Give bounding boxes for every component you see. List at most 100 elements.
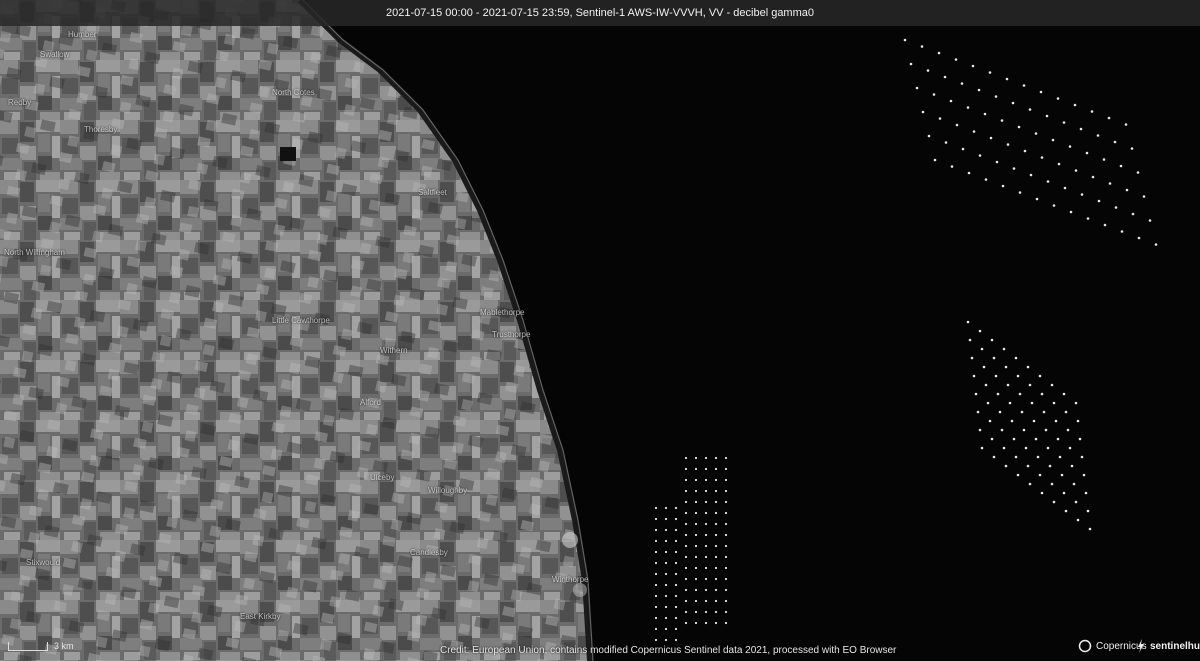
wind-turbine-dot — [1045, 114, 1049, 118]
wind-turbine-dot — [1038, 473, 1042, 477]
wind-turbine-dot — [1038, 374, 1042, 378]
attribution-credit: Credit: European Union, contains modifie… — [440, 645, 897, 656]
wind-turbine-dot — [1082, 473, 1086, 477]
wind-turbine-dot — [654, 528, 658, 532]
wind-turbine-dot — [1052, 204, 1056, 207]
wind-turbine-dot — [994, 374, 998, 378]
wind-turbine-dot — [986, 401, 990, 405]
wind-turbine-dot — [903, 38, 907, 42]
wind-turbine-dot — [1016, 374, 1020, 378]
wind-turbine-dot — [714, 566, 718, 570]
place-label: Stixwould — [26, 558, 61, 567]
wind-turbine-dot — [1097, 199, 1101, 203]
wind-turbine-dot — [684, 588, 688, 592]
wind-turbine-dot — [983, 112, 987, 116]
wind-turbine-dot — [980, 446, 984, 450]
place-label: Mablethorpe — [480, 308, 525, 317]
wind-turbine-dot — [684, 500, 688, 504]
wind-turbine-dot — [664, 572, 668, 576]
wind-turbine-dot — [1040, 392, 1044, 396]
wind-turbine-dot — [684, 544, 688, 548]
wind-turbine-dot — [1029, 173, 1033, 177]
wind-turbine-dot — [724, 599, 728, 603]
wind-turbine-dot — [1108, 182, 1112, 185]
wind-turbine-dot — [1026, 365, 1030, 369]
wind-turbine-dot — [954, 58, 958, 61]
wind-turbine-dot — [1070, 464, 1074, 468]
wind-turbine-dot — [1080, 455, 1084, 459]
wind-turbine-dot — [694, 489, 698, 493]
wind-turbine-dot — [724, 467, 728, 471]
place-label: Redby — [8, 98, 32, 107]
wind-turbine-dot — [1012, 437, 1016, 441]
wind-turbine-dot — [1048, 464, 1052, 468]
wind-turbine-dot — [1062, 392, 1066, 396]
wind-turbine-dot — [654, 506, 658, 510]
wind-turbine-dot — [1054, 419, 1058, 423]
wind-turbine-dot — [1103, 223, 1107, 227]
wind-turbine-dot — [1051, 138, 1055, 142]
wind-turbine-dot — [1091, 175, 1095, 179]
wind-turbine-dot — [988, 71, 992, 74]
wind-turbine-dot — [674, 627, 678, 631]
wind-turbine-dot — [1032, 419, 1036, 423]
wind-turbine-dot — [694, 478, 698, 482]
wind-turbine-dot — [714, 544, 718, 548]
wind-turbine-dot — [1119, 164, 1123, 168]
wind-turbine-dot — [980, 347, 984, 351]
wind-turbine-dot — [909, 62, 913, 66]
wind-turbine-dot — [724, 522, 728, 526]
wind-turbine-dot — [1050, 482, 1054, 486]
place-label: Willoughby — [428, 486, 468, 495]
wind-turbine-dot — [724, 500, 728, 504]
wind-turbine-dot — [989, 136, 993, 140]
sar-image-map[interactable] — [0, 0, 1200, 661]
wind-turbine-dot — [654, 638, 658, 642]
wind-turbine-dot — [714, 478, 718, 482]
place-label: Alford — [360, 398, 381, 407]
wind-turbine-dot — [1080, 193, 1084, 196]
wind-turbine-dot — [1002, 347, 1006, 351]
wind-turbine-dot — [664, 605, 668, 609]
wind-turbine-dot — [714, 511, 718, 515]
wind-turbine-dot — [1060, 473, 1064, 477]
wind-turbine-dot — [1074, 401, 1078, 405]
wind-turbine-dot — [1052, 401, 1056, 405]
place-label: Saltfleet — [418, 188, 447, 197]
wind-turbine-dot — [684, 599, 688, 603]
wind-turbine-dot — [926, 69, 930, 72]
wind-turbine-dot — [1062, 121, 1066, 124]
wind-turbine-dot — [1046, 446, 1050, 450]
wind-turbine-dot — [1136, 171, 1140, 174]
wind-turbine-dot — [664, 616, 668, 620]
wind-turbine-dot — [674, 572, 678, 576]
wind-turbine-dot — [684, 478, 688, 482]
wind-turbine-dot — [994, 95, 998, 98]
sentinelhub-icon — [1138, 639, 1144, 653]
wind-turbine-dot — [960, 82, 964, 85]
wind-turbine-dot — [664, 583, 668, 587]
wind-turbine-dot — [1044, 428, 1048, 432]
wind-turbine-dot — [1074, 169, 1078, 172]
wind-turbine-dot — [1046, 180, 1050, 183]
wind-turbine-dot — [724, 577, 728, 581]
scale-bar-graphic — [8, 642, 48, 651]
wind-turbine-dot — [955, 123, 959, 127]
wind-turbine-dot — [684, 456, 688, 460]
wind-turbine-dot — [704, 500, 708, 504]
wind-turbine-dot — [1068, 145, 1072, 148]
wind-turbine-dot — [694, 599, 698, 603]
wind-turbine-dot — [1079, 127, 1083, 131]
wind-turbine-dot — [704, 478, 708, 482]
wind-turbine-dot — [1039, 90, 1043, 94]
wind-turbine-dot — [704, 588, 708, 592]
wind-turbine-dot — [1057, 162, 1061, 166]
wind-turbine-dot — [1107, 116, 1111, 120]
wind-turbine-dot — [1008, 401, 1012, 405]
wind-turbine-dot — [1036, 455, 1040, 459]
wind-turbine-dot — [1035, 197, 1039, 201]
wind-turbine-dot — [1010, 419, 1014, 423]
wind-turbine-dot — [724, 533, 728, 537]
wind-turbine-dot — [694, 566, 698, 570]
wind-turbine-dot — [1014, 356, 1018, 360]
